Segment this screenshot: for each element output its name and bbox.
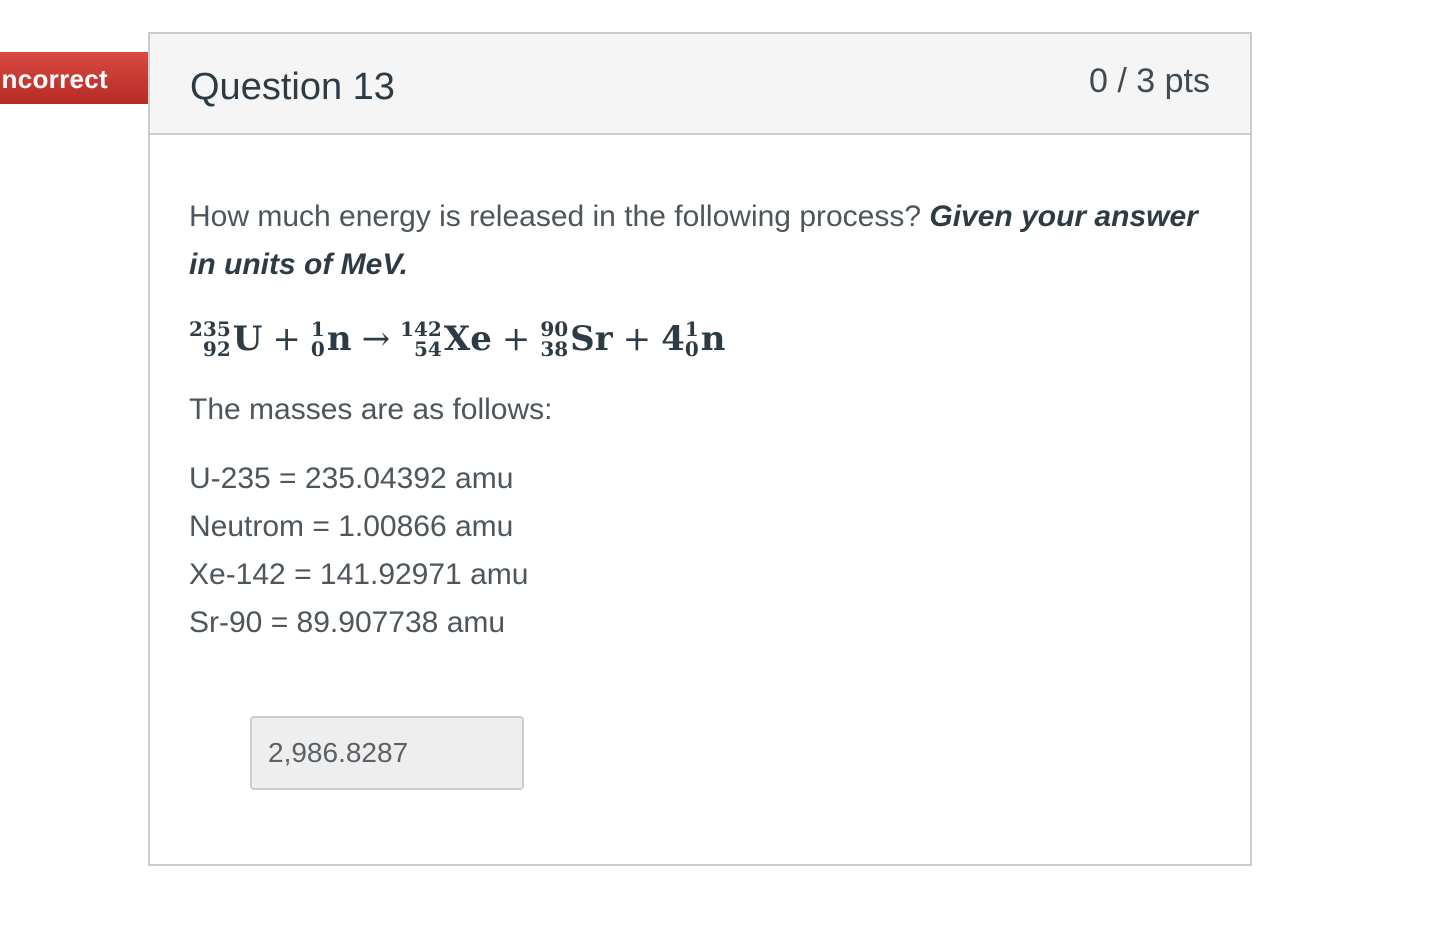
u235-mass-number: 235 <box>189 317 231 341</box>
sr90-mass-number: 90 <box>540 317 569 341</box>
neutron-product-mass-number: 1 <box>684 317 699 341</box>
plus-sign: + <box>501 319 531 359</box>
question-title: Question 13 <box>190 66 395 108</box>
question-prompt: How much energy is released in the follo… <box>189 193 1219 289</box>
xe142-symbol: Xe <box>443 319 492 359</box>
xe142-atomic-number: 54 <box>413 337 442 361</box>
neutron-product-atomic-number: 0 <box>684 337 699 361</box>
u235-symbol: U <box>232 319 263 359</box>
xe142-mass-number: 142 <box>400 317 442 341</box>
mass-item: Xe-142 = 141.92971 amu <box>189 558 529 591</box>
status-label: Incorrect <box>0 64 108 94</box>
nuclide-xe142: 142 54 Xe <box>400 319 492 359</box>
plus-sign: + <box>622 319 652 359</box>
question-header: Question 13 0 / 3 pts <box>150 34 1250 135</box>
reaction-arrow: → <box>361 319 391 359</box>
neutron-atomic-number: 0 <box>310 337 325 361</box>
neutron-symbol: n <box>326 319 352 359</box>
nuclide-neutron-reactant: 1 0 n <box>311 319 352 359</box>
sr90-atomic-number: 38 <box>540 337 569 361</box>
mass-list: U-235 = 235.04392 amu Neutrom = 1.00866 … <box>189 455 1219 647</box>
neutron-product-symbol: n <box>700 319 726 359</box>
neutron-mass-number: 1 <box>310 317 325 341</box>
nuclide-neutron-product: 4 1 0 n <box>661 319 725 359</box>
nuclide-sr90: 90 38 Sr <box>540 319 612 359</box>
nuclide-u235: 235 92 U <box>189 319 262 359</box>
neutron-coefficient: 4 <box>661 319 685 359</box>
mass-item: Sr-90 = 89.907738 amu <box>189 606 506 639</box>
nuclear-equation: 235 92 U + 1 0 n → 142 54 Xe + 90 38 Sr … <box>189 311 1219 367</box>
mass-item: Neutrom = 1.00866 amu <box>189 510 514 543</box>
masses-intro: The masses are as follows: <box>189 393 553 426</box>
answer-field[interactable]: 2,986.8287 <box>250 716 524 790</box>
u235-atomic-number: 92 <box>202 337 231 361</box>
plus-sign: + <box>272 319 301 359</box>
prompt-text: How much energy is released in the follo… <box>189 200 930 233</box>
mass-item: U-235 = 235.04392 amu <box>189 462 514 495</box>
sr90-symbol: Sr <box>570 319 613 359</box>
question-points: 0 / 3 pts <box>1089 62 1210 100</box>
question-body: How much energy is released in the follo… <box>189 193 1219 647</box>
